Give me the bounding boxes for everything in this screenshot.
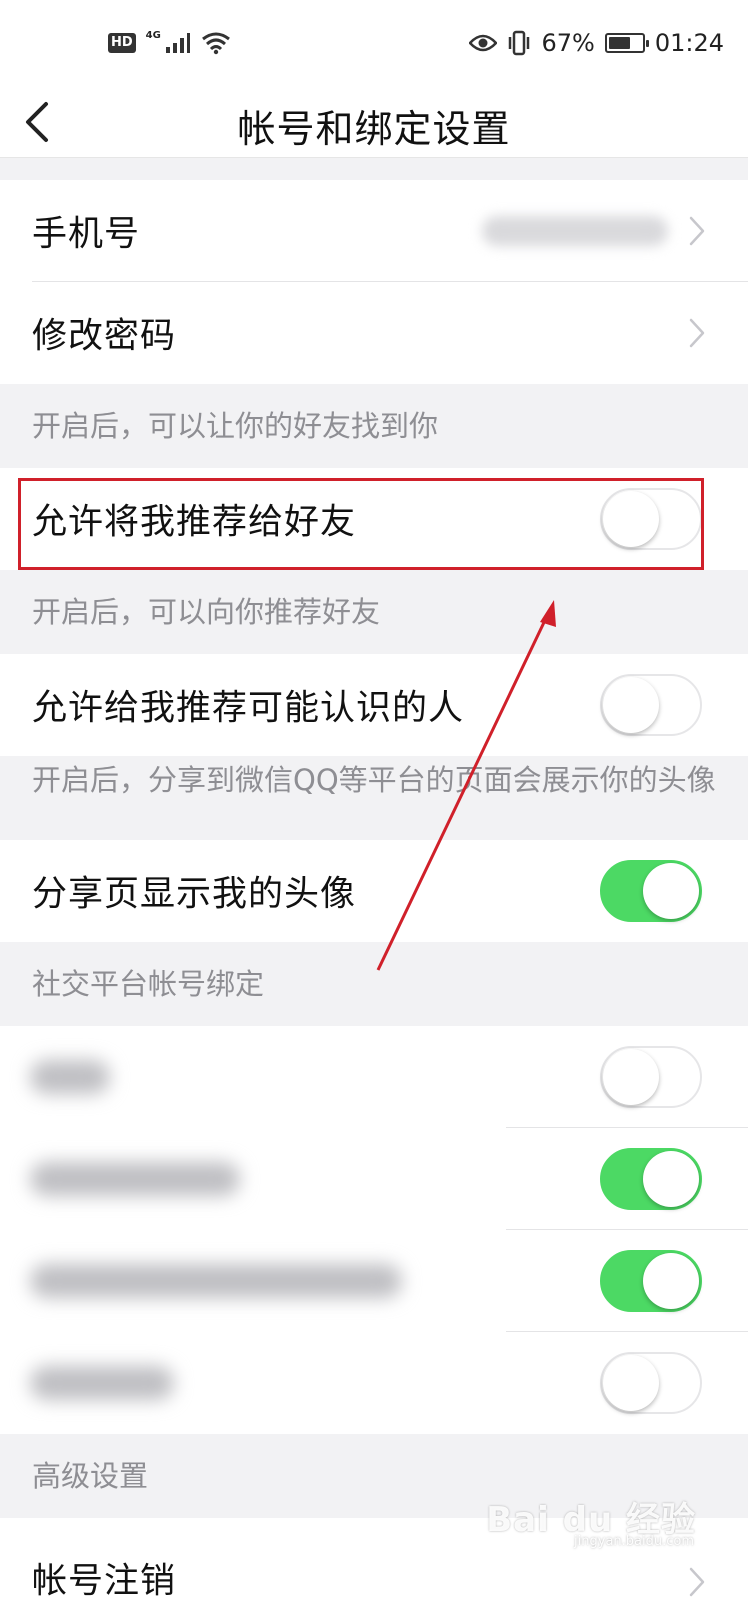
recommend-to-me-row: 允许给我推荐可能认识的人 — [0, 654, 748, 756]
recommend-to-me-label: 允许给我推荐可能认识的人 — [32, 688, 465, 729]
phone-number-label: 手机号 — [32, 214, 141, 255]
social-binding-row — [0, 1128, 748, 1230]
toggle-knob — [643, 1151, 699, 1207]
social-platform-name-redacted — [30, 1366, 174, 1400]
settings-screen: HD 4G 67% 01:24 帐号和绑定设置 手机号 修改密码 开启后，可以让… — [0, 0, 748, 1600]
status-bar-left: HD 4G — [108, 29, 231, 55]
phone-number-value-redacted — [482, 216, 668, 246]
section-caption-advanced: 高级设置 — [32, 1459, 149, 1493]
show-avatar-row: 分享页显示我的头像 — [0, 840, 748, 942]
chevron-right-icon — [689, 318, 705, 348]
social-binding-toggle[interactable] — [600, 1352, 702, 1414]
social-platform-name-redacted — [30, 1060, 110, 1094]
recommend-me-toggle[interactable] — [600, 488, 702, 550]
eye-icon — [469, 34, 498, 52]
vibrate-icon — [509, 30, 530, 56]
deactivate-account-label: 帐号注销 — [32, 1561, 177, 1600]
network-type-label: 4G — [145, 29, 161, 41]
nav-bar: 帐号和绑定设置 — [0, 86, 748, 158]
battery-icon — [604, 33, 649, 53]
recommend-me-row: 允许将我推荐给好友 — [0, 468, 748, 570]
social-binding-row — [0, 1230, 748, 1332]
section-caption-recommend: 开启后，可以向你推荐好友 — [32, 595, 381, 629]
status-bar: HD 4G 67% 01:24 — [0, 0, 748, 86]
battery-level-fill — [608, 37, 631, 49]
show-avatar-toggle[interactable] — [600, 860, 702, 922]
social-binding-row — [0, 1026, 748, 1128]
change-password-row[interactable]: 修改密码 — [0, 282, 748, 384]
page-title: 帐号和绑定设置 — [237, 107, 511, 151]
hd-icon: HD — [108, 33, 136, 53]
toggle-knob — [643, 863, 699, 919]
wifi-icon — [201, 32, 230, 55]
section-caption-social: 社交平台帐号绑定 — [32, 967, 265, 1001]
social-binding-toggle[interactable] — [600, 1046, 702, 1108]
show-avatar-label: 分享页显示我的头像 — [32, 874, 357, 915]
toggle-knob — [603, 1355, 659, 1411]
toggle-knob — [643, 1253, 699, 1309]
toggle-knob — [603, 677, 659, 733]
watermark-url: jingyan.baidu.com — [574, 1534, 694, 1549]
toggle-knob — [603, 1049, 659, 1105]
chevron-right-icon — [689, 216, 705, 246]
social-platform-name-redacted — [30, 1162, 240, 1196]
social-binding-toggle[interactable] — [600, 1148, 702, 1210]
section-caption-avatar: 开启后，分享到微信QQ等平台的页面会展示你的头像 — [32, 763, 716, 797]
social-binding-row — [0, 1332, 748, 1434]
chevron-right-icon — [689, 1567, 705, 1597]
status-bar-right: 67% 01:24 — [469, 29, 724, 57]
change-password-label: 修改密码 — [32, 316, 177, 357]
signal-icon — [165, 33, 190, 53]
recommend-to-me-toggle[interactable] — [600, 674, 702, 736]
social-binding-toggle[interactable] — [600, 1250, 702, 1312]
toggle-knob — [603, 491, 659, 547]
phone-number-row[interactable]: 手机号 — [0, 180, 748, 282]
battery-percent: 67% — [541, 29, 595, 57]
clock: 01:24 — [654, 29, 724, 57]
recommend-me-label: 允许将我推荐给好友 — [32, 502, 357, 543]
social-platform-name-redacted — [30, 1264, 402, 1298]
section-caption-find-me: 开启后，可以让你的好友找到你 — [32, 409, 439, 443]
